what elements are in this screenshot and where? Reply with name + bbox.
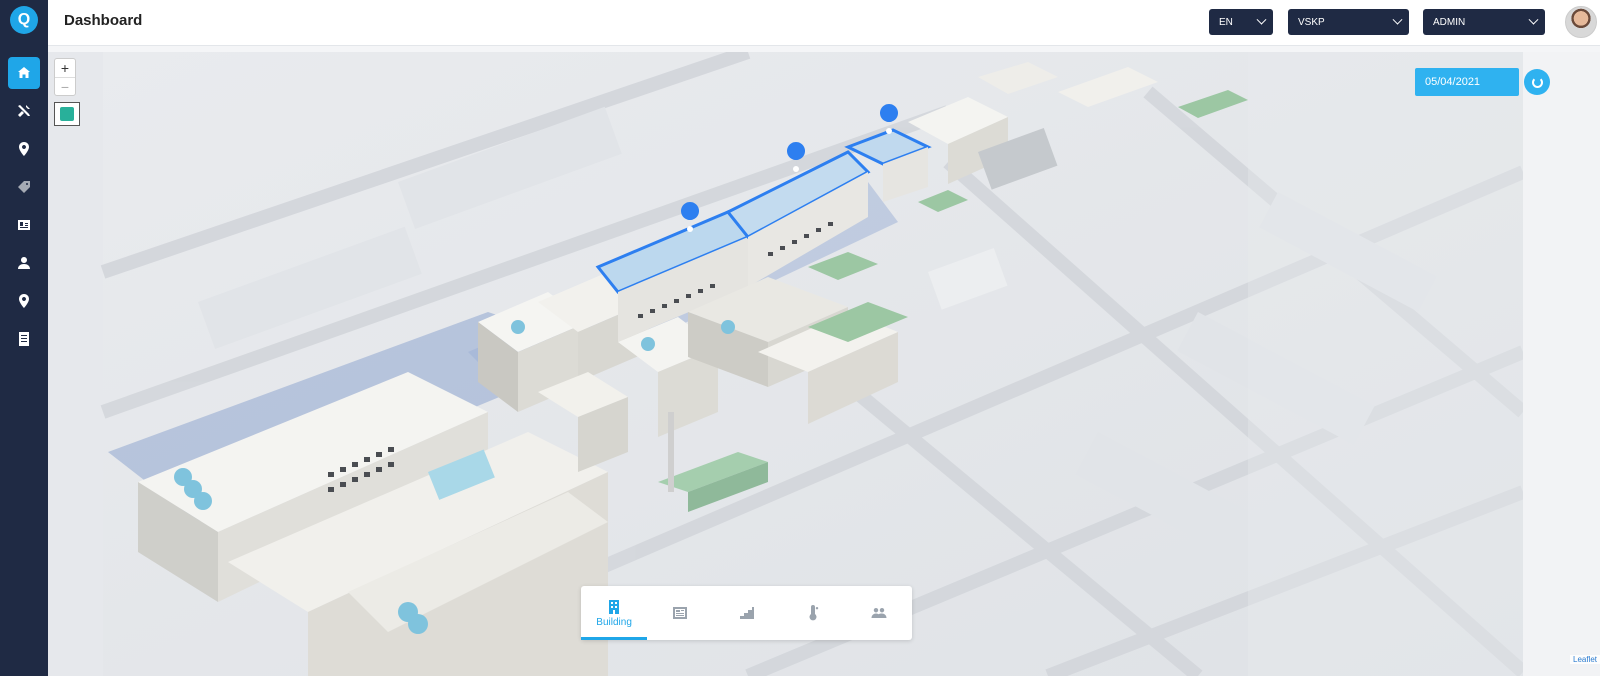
- home-icon: [18, 67, 30, 78]
- tab-building-label: Building: [596, 616, 632, 628]
- refresh-icon: [1531, 76, 1543, 88]
- tag-icon: [18, 181, 30, 193]
- reset-view-button[interactable]: [54, 102, 80, 126]
- chevron-down-icon: [1528, 14, 1539, 25]
- chevron-down-icon: [1256, 14, 1267, 25]
- language-select[interactable]: EN: [1209, 9, 1273, 35]
- tab-building[interactable]: Building: [581, 586, 648, 640]
- user-select-value: ADMIN: [1433, 16, 1466, 28]
- panel-icon: [673, 607, 688, 619]
- zoom-control: + −: [54, 58, 76, 96]
- refresh-button[interactable]: [1524, 69, 1550, 95]
- location-pin-icon: [19, 142, 29, 156]
- sidebar-item-location-2[interactable]: [8, 285, 40, 317]
- sidebar-item-tools[interactable]: [8, 95, 40, 127]
- tab-temperature[interactable]: [780, 586, 846, 640]
- zoom-out-button[interactable]: −: [55, 77, 75, 95]
- building-icon: [609, 599, 620, 614]
- sidebar-item-home[interactable]: [8, 57, 40, 89]
- map-view[interactable]: + − 05/04/2021 Leaflet Building: [48, 52, 1600, 676]
- reset-view-icon: [60, 107, 74, 121]
- thermometer-icon: [809, 605, 818, 621]
- sidebar-item-id-card[interactable]: [8, 209, 40, 241]
- sidebar-item-tags[interactable]: [8, 171, 40, 203]
- map-attribution[interactable]: Leaflet: [1570, 655, 1600, 664]
- tab-panel[interactable]: [647, 586, 713, 640]
- search-logo-icon[interactable]: Q: [10, 6, 38, 34]
- layer-tab-bar: Building: [581, 586, 912, 640]
- chevron-down-icon: [1392, 14, 1403, 25]
- top-bar: Dashboard EN VSKP ADMIN: [48, 0, 1600, 46]
- zoom-in-button[interactable]: +: [55, 59, 75, 77]
- people-icon: [871, 608, 887, 618]
- location-pin-icon: [19, 294, 29, 308]
- campus-3d-scene: [100, 52, 1600, 676]
- sidebar: Q: [0, 0, 48, 676]
- user-select[interactable]: ADMIN: [1423, 9, 1545, 35]
- avatar[interactable]: [1565, 6, 1597, 38]
- sidebar-item-document[interactable]: [8, 323, 40, 355]
- date-picker[interactable]: 05/04/2021: [1415, 68, 1519, 96]
- id-card-icon: [18, 220, 30, 230]
- page-title: Dashboard: [64, 12, 143, 29]
- tab-people[interactable]: [846, 586, 912, 640]
- language-select-value: EN: [1219, 16, 1233, 28]
- user-icon: [18, 257, 30, 269]
- document-icon: [19, 332, 29, 346]
- site-select-value: VSKP: [1298, 16, 1325, 28]
- tab-stairs[interactable]: [713, 586, 779, 640]
- site-select[interactable]: VSKP: [1288, 9, 1409, 35]
- sidebar-item-user[interactable]: [8, 247, 40, 279]
- stairs-icon: [739, 607, 754, 619]
- sidebar-item-location[interactable]: [8, 133, 40, 165]
- tools-icon: [18, 105, 30, 117]
